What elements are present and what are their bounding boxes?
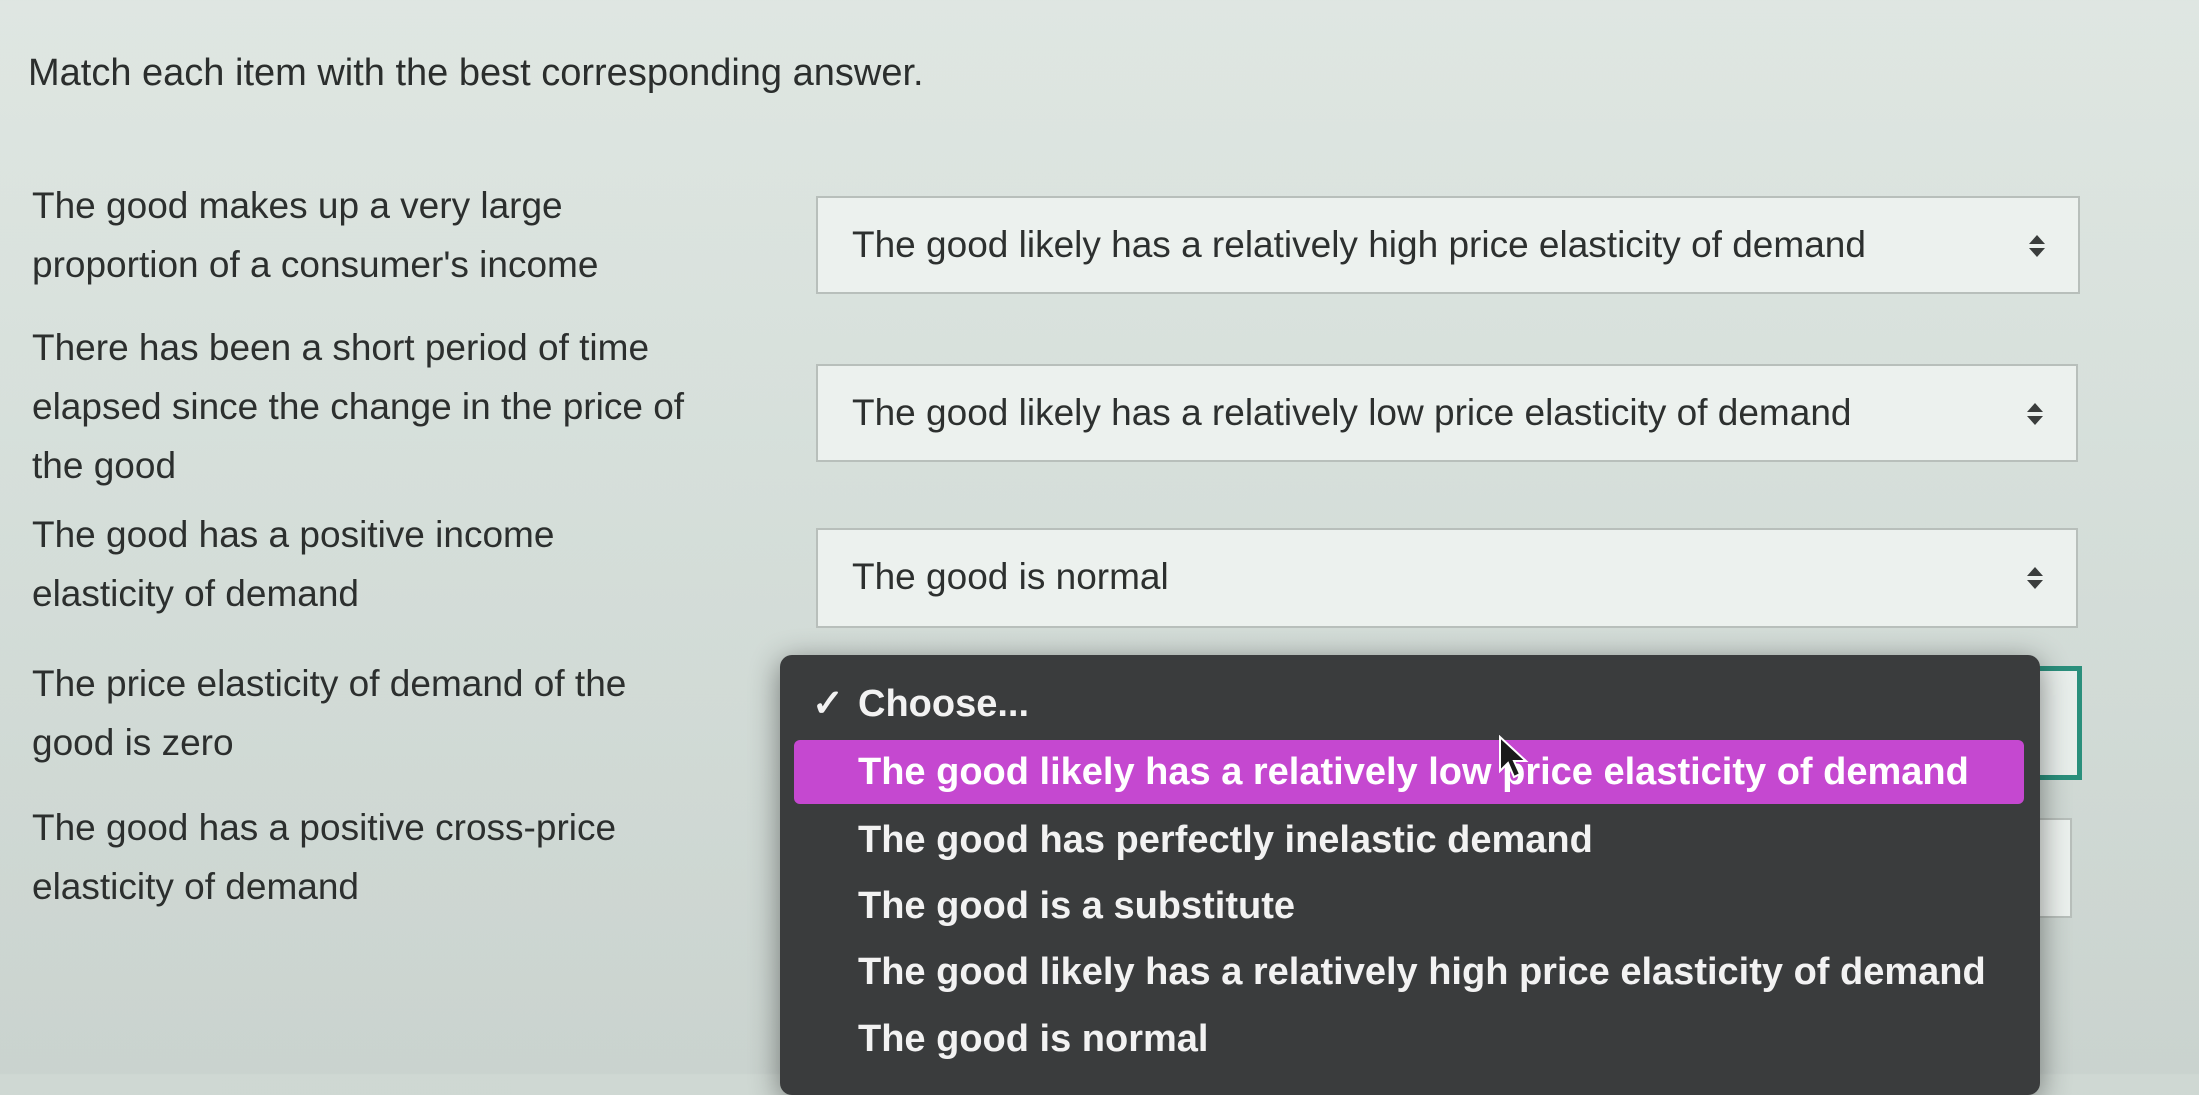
- option-label: The good likely has a relatively high pr…: [858, 951, 1986, 993]
- item-line: The good has a positive income: [32, 514, 555, 555]
- answer-select-1[interactable]: The good likely has a relatively high pr…: [816, 196, 2080, 294]
- item-line: There has been a short period of time: [32, 327, 650, 368]
- dropdown-option-normal[interactable]: The good is normal: [794, 1007, 2024, 1071]
- option-label: The good likely has a relatively low pri…: [858, 751, 1969, 793]
- item-label-4: The price elasticity of demand of the go…: [32, 654, 792, 772]
- checkmark-icon: ✓: [812, 683, 844, 725]
- item-label-3: The good has a positive income elasticit…: [32, 505, 792, 623]
- answer-select-3[interactable]: The good is normal: [816, 528, 2078, 628]
- item-line: elasticity of demand: [32, 573, 360, 614]
- item-line: The good makes up a very large: [32, 185, 563, 226]
- option-label: The good is a substitute: [858, 885, 1296, 927]
- item-line: The good has a positive cross-price: [32, 807, 617, 848]
- option-label: Choose...: [858, 683, 1030, 725]
- option-label: The good has perfectly inelastic demand: [858, 819, 1593, 861]
- item-line: proportion of a consumer's income: [32, 244, 599, 285]
- dropdown-option-choose[interactable]: ✓ Choose...: [794, 672, 2024, 736]
- dropdown-option-high-elasticity[interactable]: The good likely has a relatively high pr…: [794, 940, 2024, 1004]
- dropdown-option-low-elasticity[interactable]: The good likely has a relatively low pri…: [794, 740, 2024, 804]
- updown-arrow-icon: [2029, 235, 2045, 257]
- item-label-2: There has been a short period of time el…: [32, 318, 792, 495]
- item-line: the good: [32, 445, 177, 486]
- select-value: The good likely has a relatively low pri…: [852, 392, 1852, 433]
- dropdown-menu: ✓ Choose... The good likely has a relati…: [780, 655, 2040, 1095]
- dropdown-option-substitute[interactable]: The good is a substitute: [794, 874, 2024, 938]
- item-line: The price elasticity of demand of the: [32, 663, 627, 704]
- select-value: The good likely has a relatively high pr…: [852, 224, 1866, 265]
- updown-arrow-icon: [2027, 567, 2043, 589]
- item-label-1: The good makes up a very large proportio…: [32, 176, 792, 294]
- question-panel: Match each item with the best correspond…: [0, 0, 2199, 1095]
- instructions-text: Match each item with the best correspond…: [28, 52, 924, 94]
- item-line: good is zero: [32, 722, 234, 763]
- dropdown-option-perfectly-inelastic[interactable]: The good has perfectly inelastic demand: [794, 808, 2024, 872]
- answer-select-2[interactable]: The good likely has a relatively low pri…: [816, 364, 2078, 462]
- item-label-5: The good has a positive cross-price elas…: [32, 798, 792, 916]
- item-line: elapsed since the change in the price of: [32, 386, 685, 427]
- select-value: The good is normal: [852, 556, 1169, 597]
- item-line: elasticity of demand: [32, 866, 360, 907]
- updown-arrow-icon: [2027, 403, 2043, 425]
- option-label: The good is normal: [858, 1018, 1209, 1060]
- mouse-cursor-icon: [1499, 735, 1529, 779]
